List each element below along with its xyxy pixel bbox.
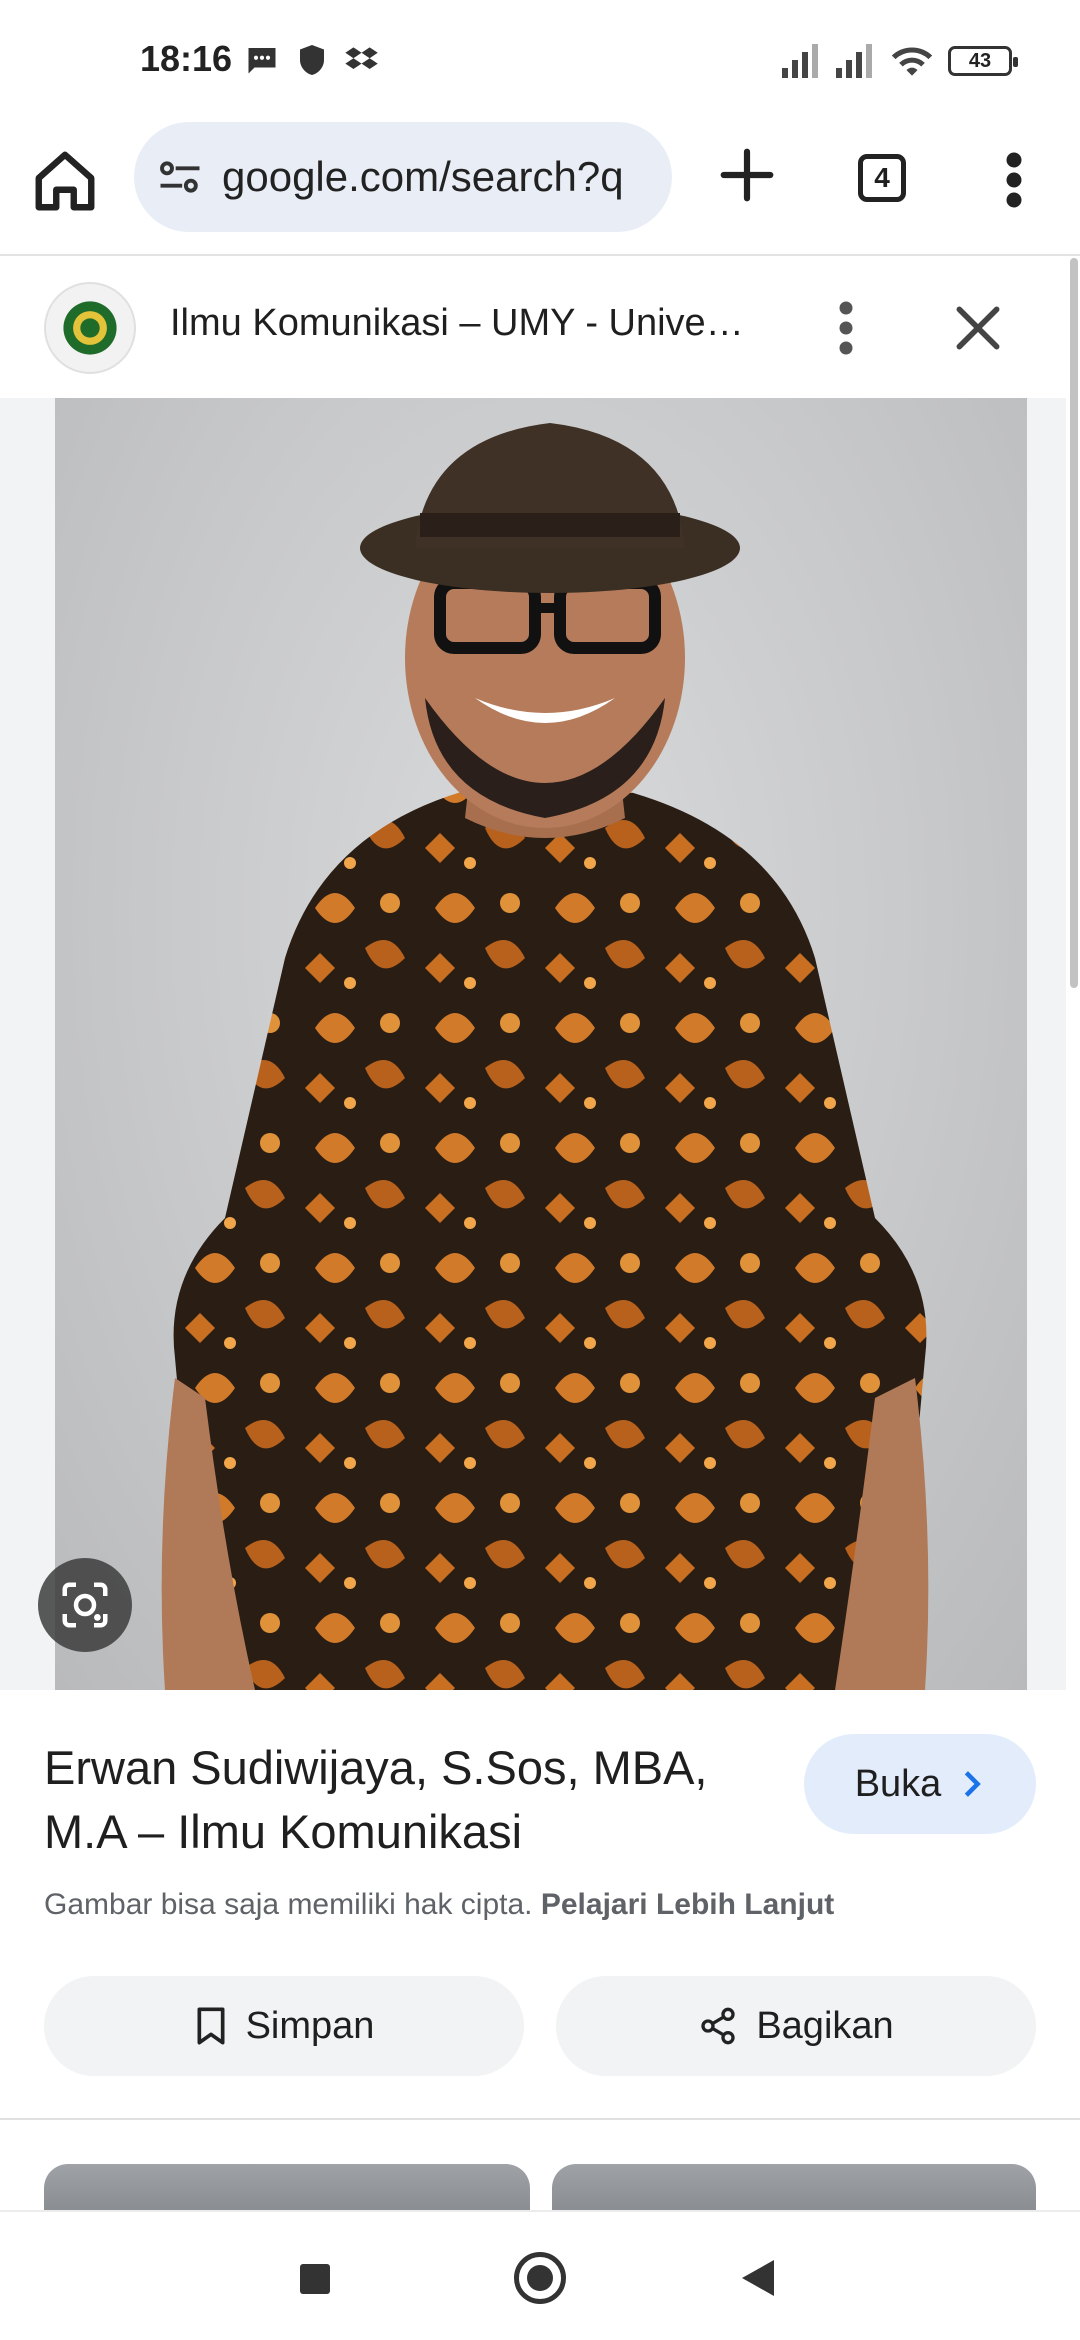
open-button-label: Buka [854,1762,942,1805]
lens-icon [62,1582,108,1628]
message-icon [248,48,276,74]
related-image-thumbnail[interactable] [44,2164,530,2210]
close-icon[interactable] [950,300,1006,356]
notification-icons [244,42,380,78]
result-header: Ilmu Komunikasi – UMY - Unive… [0,258,1066,398]
tab-switcher-button[interactable]: 4 [858,154,906,202]
more-options-icon[interactable] [1000,150,1028,210]
status-bar: 18:16 43 [0,0,1080,120]
copyright-text: Gambar bisa saja memiliki hak cipta. [44,1888,533,1921]
back-icon[interactable] [742,2260,774,2296]
save-button-label: Simpan [245,2004,375,2047]
shield-icon [300,45,324,75]
scrollbar[interactable] [1070,258,1078,988]
section-divider [0,2118,1080,2120]
battery-icon: 43 [948,46,1018,76]
url-text[interactable]: google.com/search?q [222,153,652,201]
signal-icon [836,44,872,78]
dropbox-icon [345,47,378,69]
site-settings-icon[interactable] [154,151,206,203]
system-navigation-bar [0,2210,1080,2340]
home-nav-icon[interactable] [514,2252,566,2304]
bookmark-icon [197,2007,225,2045]
copyright-notice: Gambar bisa saja memiliki hak cipta. Pel… [44,1888,834,1922]
save-button[interactable]: Simpan [44,1976,524,2076]
learn-more-link[interactable]: Pelajari Lebih Lanjut [541,1888,834,1921]
result-more-icon[interactable] [836,298,856,358]
open-button[interactable]: Buka [804,1734,1036,1834]
new-tab-icon[interactable] [716,144,778,206]
wifi-icon [891,47,933,76]
address-bar[interactable]: google.com/search?q [134,122,672,232]
share-icon [701,2007,735,2045]
image-preview [0,398,1066,1690]
browser-toolbar: google.com/search?q 4 [0,120,1080,256]
share-button-label: Bagikan [756,2004,894,2047]
person-photo-illustration [161,423,929,1690]
recents-icon[interactable] [300,2264,330,2294]
status-time: 18:16 [140,38,233,79]
umy-logo-icon [63,301,117,355]
related-image-thumbnail[interactable] [552,2164,1036,2210]
chevron-right-icon [965,1771,982,1797]
signal-icon [782,44,818,78]
site-favicon [44,282,136,374]
home-icon[interactable] [30,146,100,216]
result-photo[interactable] [55,398,1027,1690]
image-title[interactable]: Erwan Sudiwijaya, S.Sos, MBA, M.A – Ilmu… [44,1736,764,1864]
site-title[interactable]: Ilmu Komunikasi – UMY - Unive… [170,302,744,345]
system-icons: 43 [782,44,1018,78]
share-button[interactable]: Bagikan [556,1976,1036,2076]
google-lens-button[interactable] [38,1558,132,1652]
